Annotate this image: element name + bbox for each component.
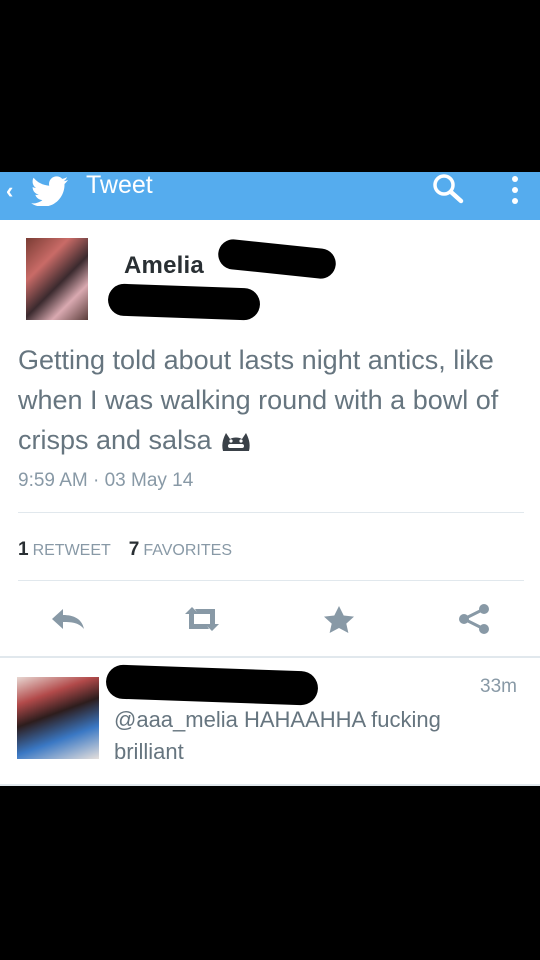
redaction-mark [105,664,319,706]
reply-tweet-text: @aaa_melia HAHAAHHA fucking brilliant [114,707,441,764]
favorite-icon[interactable] [319,604,359,634]
top-app-bar: ‹ Tweet [0,172,540,220]
twitter-bird-icon [31,176,68,206]
retweet-stat[interactable]: 1 RETWEET [18,539,111,560]
reply-time-ago: 33m [480,676,517,697]
favorite-stat[interactable]: 7 FAVORITES [129,539,232,560]
divider [18,512,524,513]
divider [0,656,540,658]
author-avatar[interactable] [26,238,88,320]
reply-icon[interactable] [48,604,88,634]
author-name[interactable]: Amelia [124,252,204,280]
tweet-stats: 1 RETWEET 7 FAVORITES [18,539,232,561]
redaction-mark [216,237,338,281]
divider [18,580,524,581]
retweet-icon[interactable] [182,604,222,634]
tweet-timestamp: 9:59 AM · 03 May 14 [18,470,194,491]
search-icon[interactable] [430,174,466,204]
page-title: Tweet [86,172,153,199]
redaction-mark [107,283,261,321]
back-button[interactable]: ‹ [6,178,13,204]
reply-author-avatar[interactable] [17,677,99,759]
grinning-cat-emoji-icon [222,432,250,451]
divider [0,784,540,786]
share-icon[interactable] [454,604,494,634]
tweet-detail-screen: ‹ Tweet Amelia Getting told about lasts … [0,172,540,786]
tweet-text: Getting told about lasts night antics, l… [18,345,499,455]
overflow-menu-icon[interactable] [510,176,520,206]
